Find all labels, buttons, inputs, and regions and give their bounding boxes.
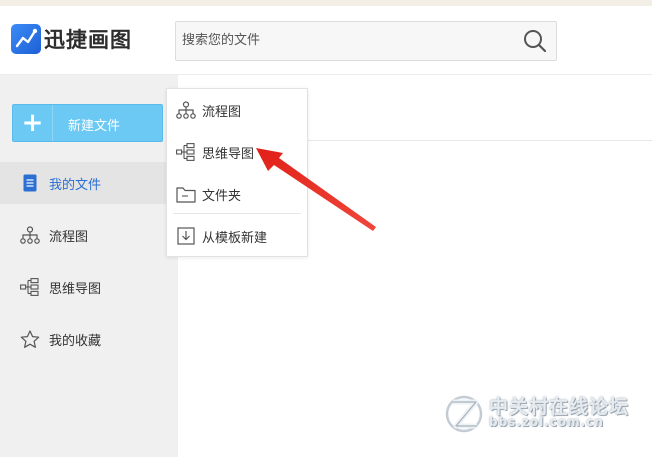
menu-item-label: 流程图 [202, 104, 242, 120]
sidebar-item-label: 我的收藏 [49, 333, 102, 349]
mindmap-icon [20, 277, 40, 297]
mindmap-icon [176, 142, 196, 162]
menu-item-label: 思维导图 [202, 146, 255, 162]
menu-item-from-template[interactable]: 从模板新建 [167, 218, 307, 254]
new-file-button[interactable]: + 新建文件 [12, 104, 163, 142]
watermark-url: bbs.zol.com.cn [489, 415, 604, 429]
star-icon [20, 329, 40, 349]
app-logo[interactable]: 迅捷画图 [11, 24, 132, 54]
menu-item-label: 文件夹 [202, 188, 242, 204]
search-icon[interactable] [522, 28, 548, 54]
menu-item-folder[interactable]: 文件夹 [167, 176, 307, 212]
search-box [175, 21, 557, 61]
sidebar-item-label: 思维导图 [49, 281, 102, 297]
sidebar-item-label: 流程图 [49, 229, 89, 245]
document-icon [20, 173, 40, 193]
flowchart-icon [176, 100, 196, 120]
sidebar: + 新建文件 我的文件 流程图 思维导图 我的收藏 [0, 75, 178, 457]
sidebar-item-flowchart[interactable]: 流程图 [0, 214, 166, 256]
template-icon [176, 226, 196, 246]
new-file-menu: 流程图 思维导图 文件夹 从模板新建 [166, 88, 308, 257]
logo-icon [11, 24, 41, 54]
sidebar-item-mindmap[interactable]: 思维导图 [0, 266, 166, 308]
sidebar-item-my-files[interactable]: 我的文件 [0, 162, 166, 204]
new-file-label: 新建文件 [68, 119, 121, 134]
app-header: 迅捷画图 [0, 6, 652, 75]
menu-item-label: 从模板新建 [202, 230, 268, 246]
sidebar-item-label: 我的文件 [49, 177, 102, 193]
folder-icon [176, 184, 196, 204]
menu-separator [173, 213, 301, 214]
zol-logo-icon [445, 395, 483, 433]
menu-item-mindmap[interactable]: 思维导图 [167, 134, 307, 170]
search-input[interactable] [182, 22, 502, 58]
watermark: 中关村在线论坛 bbs.zol.com.cn [442, 390, 647, 438]
app-name: 迅捷画图 [44, 28, 132, 52]
menu-item-flowchart[interactable]: 流程图 [167, 92, 307, 128]
flowchart-icon [20, 225, 40, 245]
plus-icon: + [13, 105, 53, 141]
sidebar-item-favorites[interactable]: 我的收藏 [0, 318, 166, 360]
